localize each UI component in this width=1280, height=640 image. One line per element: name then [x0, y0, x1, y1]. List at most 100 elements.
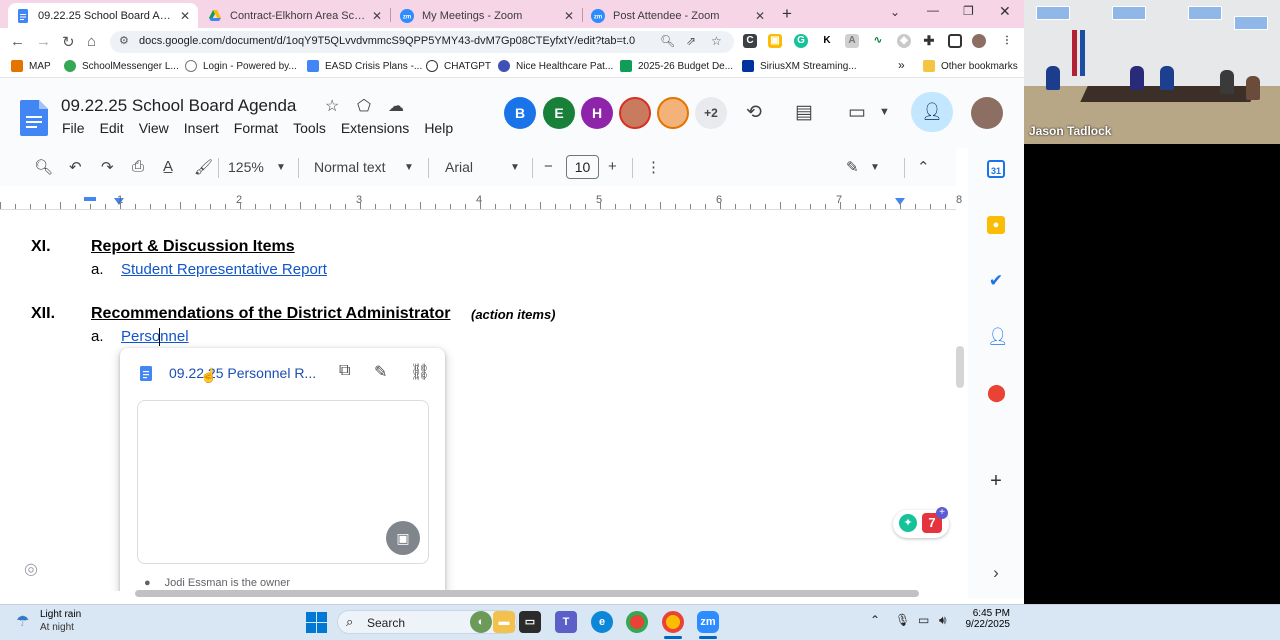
close-tab-icon[interactable]: ✕ — [564, 9, 574, 23]
zoom-video-feed[interactable]: Jason Tadlock — [1024, 0, 1280, 144]
cloud-saved-icon[interactable]: ☁ — [388, 96, 404, 116]
personnel-link[interactable]: Personnel — [121, 328, 189, 345]
bookmark-login[interactable]: Login - Powered by... — [185, 60, 297, 72]
chrome-profile-icon[interactable] — [662, 611, 684, 633]
network-icon[interactable]: ▭ — [918, 613, 929, 627]
edit-link-icon[interactable]: ✎ — [374, 362, 387, 382]
zoom-lens-icon[interactable]: 🔍︎ — [660, 34, 675, 48]
menu-tools[interactable]: Tools — [293, 120, 326, 136]
editing-mode-dropdown-icon[interactable]: ▼ — [870, 162, 880, 173]
bookmark-schoolmessenger[interactable]: SchoolMessenger L... — [64, 60, 179, 72]
fingerprint-icon[interactable]: ◎ — [24, 559, 38, 579]
linked-document-title[interactable]: 09.22.25 Personnel R... — [169, 365, 316, 381]
tab-search-icon[interactable]: ⌄ — [890, 5, 900, 19]
back-icon[interactable]: ← — [10, 33, 25, 50]
tab-school-board-agenda[interactable]: 09.22.25 School Board Agenda - Google Do… — [8, 3, 198, 28]
comments-icon[interactable]: ▤ — [795, 101, 813, 124]
first-line-indent-marker[interactable] — [84, 197, 96, 201]
bookmark-nice-healthcare[interactable]: Nice Healthcare Pat... — [498, 60, 613, 72]
account-avatar[interactable] — [971, 97, 1003, 129]
style-dropdown-icon[interactable]: ▼ — [404, 162, 414, 173]
restore-icon[interactable]: ❐ — [963, 4, 974, 18]
forward-icon[interactable]: → — [36, 33, 51, 50]
bookmarks-overflow-button[interactable]: » — [898, 58, 905, 72]
print-icon[interactable]: ⎙ — [132, 158, 144, 175]
horizontal-scrollbar[interactable] — [135, 590, 919, 597]
address-bar[interactable]: ⚙ docs.google.com/document/d/1oqY9T5QLvv… — [110, 31, 734, 53]
close-tab-icon[interactable]: ✕ — [180, 9, 190, 23]
bookmark-chatgpt[interactable]: CHATGPT — [426, 60, 491, 72]
star-icon[interactable]: ☆ — [325, 96, 339, 116]
microphone-icon[interactable]: 🎙︎ — [895, 613, 910, 627]
font-dropdown-icon[interactable]: ▼ — [510, 162, 520, 173]
extensions-puzzle-icon[interactable]: ✚ — [922, 34, 936, 48]
tab-my-meetings-zoom[interactable]: zm My Meetings - Zoom ✕ — [392, 3, 582, 28]
grammarly-plus-icon[interactable]: + — [936, 507, 948, 519]
share-page-icon[interactable]: ⇗ — [686, 34, 696, 48]
collaborator-avatar-animal[interactable] — [657, 97, 689, 129]
new-tab-button[interactable]: + — [782, 4, 792, 24]
increase-font-size-icon[interactable]: + — [608, 158, 617, 175]
edge-icon[interactable]: e — [591, 611, 613, 633]
collaborator-avatar-e[interactable]: E — [543, 97, 575, 129]
zoom-app-icon[interactable]: zm — [697, 611, 719, 633]
google-docs-logo-icon[interactable] — [20, 100, 48, 136]
decrease-font-size-icon[interactable]: − — [544, 158, 553, 175]
task-view-icon[interactable]: ▭ — [519, 611, 541, 633]
show-hidden-icons[interactable]: ⌃ — [870, 613, 880, 627]
collaborator-avatar-b[interactable]: B — [504, 97, 536, 129]
document-title[interactable]: 09.22.25 School Board Agenda — [61, 96, 296, 116]
extension-icon-7[interactable]: ◆ — [897, 34, 911, 48]
tab-contract-elkhorn[interactable]: Contract-Elkhorn Area School District ✕ — [200, 3, 390, 28]
document-preview-thumbnail[interactable]: ▣ — [137, 400, 429, 564]
extension-icon-4[interactable]: K — [820, 34, 834, 48]
bookmark-siriusxm[interactable]: SiriusXM Streaming... — [742, 60, 857, 72]
site-info-icon[interactable]: ⚙ — [119, 34, 129, 47]
collaborator-avatar-h[interactable]: H — [581, 97, 613, 129]
vertical-scrollbar[interactable] — [956, 346, 964, 388]
get-addons-icon[interactable]: + — [987, 471, 1005, 491]
other-bookmarks[interactable]: Other bookmarks — [923, 60, 1018, 72]
paragraph-style-select[interactable]: Normal text — [314, 159, 386, 175]
student-representative-report-link[interactable]: Student Representative Report — [121, 261, 327, 278]
more-toolbar-options-icon[interactable]: ⋮ — [646, 158, 661, 176]
zoom-dropdown-icon[interactable]: ▼ — [276, 162, 286, 173]
version-history-icon[interactable]: ⟲ — [746, 101, 762, 124]
windows-start-icon[interactable] — [306, 612, 327, 633]
calendar-icon[interactable]: 31 — [987, 160, 1005, 178]
volume-icon[interactable]: 🔊︎ — [939, 613, 947, 628]
remove-link-icon[interactable]: ⛓︎ — [410, 362, 430, 382]
move-to-folder-icon[interactable]: ⬠ — [357, 96, 371, 116]
side-panel-icon[interactable] — [948, 34, 962, 48]
contacts-icon[interactable]: 👤︎ — [987, 328, 1009, 346]
widgets-app-icon[interactable]: ◐ — [470, 611, 492, 633]
chrome-icon[interactable] — [626, 611, 648, 633]
meet-dropdown-icon[interactable]: ▼ — [879, 106, 890, 118]
meet-call-icon[interactable]: ▭ — [848, 101, 866, 124]
close-tab-icon[interactable]: ✕ — [372, 9, 382, 23]
grammarly-bulb-icon[interactable]: ✦ — [899, 514, 917, 532]
share-button[interactable]: 👤︎ — [911, 92, 953, 132]
paint-format-icon[interactable]: 🖌︎ — [194, 158, 213, 176]
editing-mode-icon[interactable]: ✎ — [846, 158, 859, 176]
redo-icon[interactable]: ↷ — [101, 158, 114, 176]
chrome-menu-icon[interactable]: ⋮ — [1000, 34, 1014, 48]
menu-view[interactable]: View — [139, 120, 169, 136]
menu-extensions[interactable]: Extensions — [341, 120, 409, 136]
maps-icon[interactable]: ⬤ — [987, 384, 1006, 402]
copy-link-icon[interactable]: ⧉ — [339, 362, 350, 380]
zoom-select[interactable]: 125% — [228, 159, 264, 175]
collaborator-avatar-photo[interactable] — [619, 97, 651, 129]
menu-help[interactable]: Help — [424, 120, 453, 136]
menu-format[interactable]: Format — [234, 120, 278, 136]
menu-edit[interactable]: Edit — [100, 120, 124, 136]
reload-icon[interactable]: ↻ — [62, 33, 75, 51]
bookmark-star-icon[interactable]: ☆ — [711, 34, 722, 48]
close-window-icon[interactable]: ✕ — [999, 3, 1011, 20]
bookmark-budget[interactable]: 2025-26 Budget De... — [620, 60, 733, 72]
open-preview-icon[interactable]: ▣ — [386, 521, 420, 555]
extension-icon-6[interactable]: ∿ — [871, 34, 885, 48]
taskbar-clock[interactable]: 6:45 PM 9/22/2025 — [962, 608, 1011, 630]
grammarly-extension-icon[interactable]: G — [794, 34, 808, 48]
more-collaborators-badge[interactable]: +2 — [695, 97, 727, 129]
